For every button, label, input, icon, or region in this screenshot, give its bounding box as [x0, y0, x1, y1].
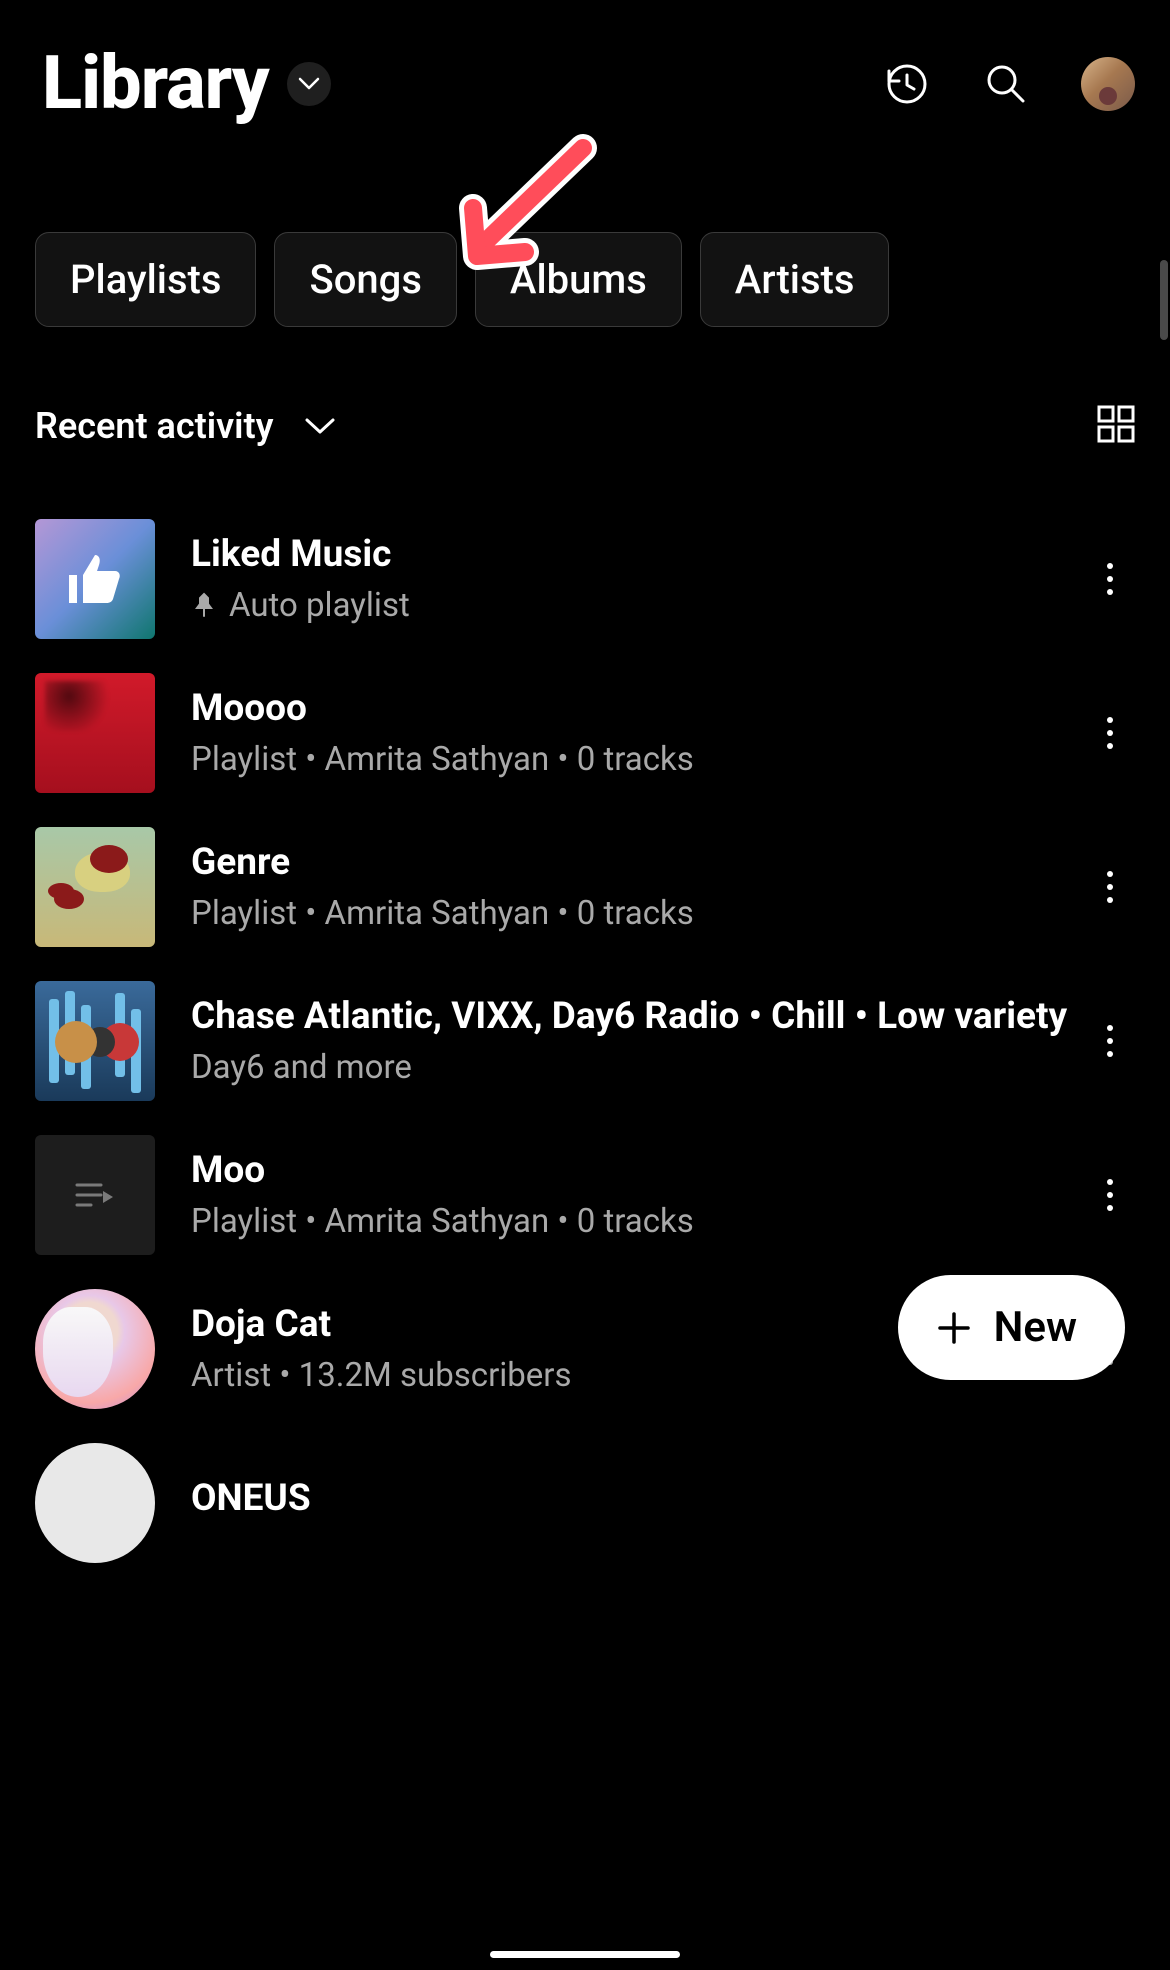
more-vertical-icon — [1107, 871, 1113, 903]
list-item-title: Genre — [191, 841, 1085, 885]
thumbnail-artist — [35, 1443, 155, 1563]
pin-icon — [191, 592, 217, 618]
thumbnail — [35, 1135, 155, 1255]
title-dropdown-button[interactable] — [287, 62, 331, 106]
list-item[interactable]: Moooo Playlist • Amrita Sathyan • 0 trac… — [35, 656, 1135, 810]
new-button[interactable]: New — [898, 1275, 1125, 1380]
list-item-subtitle-text: Auto playlist — [229, 586, 410, 625]
more-menu-button[interactable] — [1085, 544, 1135, 614]
list-item[interactable]: Liked Music Auto playlist — [35, 502, 1135, 656]
header: Library — [0, 0, 1170, 147]
more-menu-button[interactable] — [1085, 1160, 1135, 1230]
list-item-title: Chase Atlantic, VIXX, Day6 Radio • Chill… — [191, 995, 1085, 1039]
filter-chips: Playlists Songs Albums Artists — [0, 232, 1170, 327]
chip-playlists[interactable]: Playlists — [35, 232, 256, 327]
list-item-body: ONEUS — [155, 1477, 1135, 1529]
grid-view-button[interactable] — [1097, 405, 1135, 447]
thumbnail — [35, 673, 155, 793]
thumbnail — [35, 981, 155, 1101]
thumbnail-liked-music — [35, 519, 155, 639]
page-title: Library — [42, 40, 269, 127]
list-item-title: Moooo — [191, 687, 1085, 731]
list-item-subtitle: Auto playlist — [191, 586, 1085, 625]
list-item-title: Moo — [191, 1149, 1085, 1193]
list-item-subtitle: Playlist • Amrita Sathyan • 0 tracks — [191, 894, 1085, 933]
list-item[interactable]: ONEUS — [35, 1426, 1135, 1580]
avatar[interactable] — [1081, 57, 1135, 111]
thumb-up-icon — [63, 547, 127, 611]
list-item-body: Chase Atlantic, VIXX, Day6 Radio • Chill… — [155, 995, 1085, 1086]
list-item-subtitle: Playlist • Amrita Sathyan • 0 tracks — [191, 1202, 1085, 1241]
more-menu-button[interactable] — [1085, 1006, 1135, 1076]
library-list: Liked Music Auto playlist Moooo Playlist… — [0, 502, 1170, 1580]
list-item[interactable]: Moo Playlist • Amrita Sathyan • 0 tracks — [35, 1118, 1135, 1272]
history-button[interactable] — [871, 49, 941, 119]
list-item-body: Liked Music Auto playlist — [155, 533, 1085, 624]
more-vertical-icon — [1107, 717, 1113, 749]
chevron-down-icon — [298, 77, 320, 91]
list-item[interactable]: Chase Atlantic, VIXX, Day6 Radio • Chill… — [35, 964, 1135, 1118]
history-icon — [883, 61, 929, 107]
sort-label[interactable]: Recent activity — [35, 405, 273, 447]
chevron-down-icon — [303, 416, 337, 436]
home-indicator — [490, 1951, 680, 1958]
more-menu-button[interactable] — [1085, 698, 1135, 768]
chip-songs[interactable]: Songs — [274, 232, 456, 327]
list-item-subtitle: Playlist • Amrita Sathyan • 0 tracks — [191, 740, 1085, 779]
more-vertical-icon — [1107, 563, 1113, 595]
list-item-subtitle: Day6 and more — [191, 1048, 1085, 1087]
new-button-label: New — [994, 1303, 1077, 1352]
list-item-title: ONEUS — [191, 1477, 1135, 1521]
more-menu-button[interactable] — [1085, 852, 1135, 922]
playlist-icon — [75, 1181, 115, 1209]
list-item-title: Liked Music — [191, 533, 1085, 577]
list-item[interactable]: Genre Playlist • Amrita Sathyan • 0 trac… — [35, 810, 1135, 964]
thumbnail — [35, 827, 155, 947]
plus-icon — [934, 1308, 974, 1348]
grid-icon — [1097, 405, 1135, 443]
thumbnail-artist — [35, 1289, 155, 1409]
sort-row: Recent activity — [0, 405, 1170, 447]
sort-dropdown-button[interactable] — [303, 416, 337, 436]
more-vertical-icon — [1107, 1179, 1113, 1211]
more-vertical-icon — [1107, 1025, 1113, 1057]
list-item-body: Genre Playlist • Amrita Sathyan • 0 trac… — [155, 841, 1085, 932]
chip-artists[interactable]: Artists — [700, 232, 890, 327]
search-button[interactable] — [971, 49, 1041, 119]
search-icon — [983, 61, 1029, 107]
scrollbar[interactable] — [1160, 260, 1168, 340]
list-item-body: Moo Playlist • Amrita Sathyan • 0 tracks — [155, 1149, 1085, 1240]
list-item-body: Moooo Playlist • Amrita Sathyan • 0 trac… — [155, 687, 1085, 778]
chip-albums[interactable]: Albums — [475, 232, 682, 327]
